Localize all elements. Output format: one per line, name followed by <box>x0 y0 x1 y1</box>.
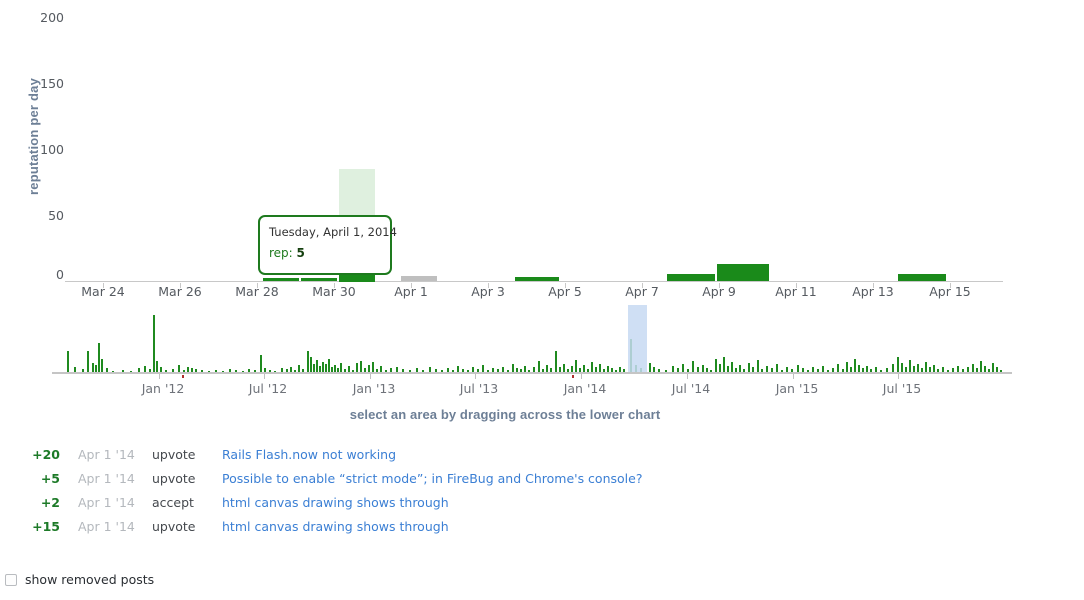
overview-chart[interactable] <box>52 305 1012 378</box>
overview-spike <box>897 357 899 373</box>
overview-spike <box>307 351 309 373</box>
post-score: +2 <box>40 495 60 510</box>
main-x-label: Apr 5 <box>548 284 582 299</box>
overview-x-label: Jan '15 <box>775 381 819 396</box>
main-chart-axis-line <box>65 281 1003 282</box>
overview-x-label: Jul '13 <box>459 381 499 396</box>
overview-x-tick <box>159 374 160 379</box>
tooltip-rep-value: 5 <box>296 246 305 260</box>
overview-spike <box>723 357 725 373</box>
overview-x-tick <box>264 374 265 379</box>
y-tick-100: 100 <box>40 142 64 157</box>
tooltip-date: Tuesday, April 1, 2014 <box>269 225 397 239</box>
overview-spike-removed <box>182 375 184 378</box>
overview-x-tick <box>898 374 899 379</box>
overview-spike <box>715 359 717 373</box>
overview-chart-axis-line <box>52 372 1012 374</box>
y-axis-label: reputation per day <box>26 77 41 195</box>
overview-spike <box>153 315 155 373</box>
post-date: Apr 1 '14 <box>78 495 135 510</box>
overview-x-tick <box>475 374 476 379</box>
post-date: Apr 1 '14 <box>78 447 135 462</box>
show-removed-posts-label: show removed posts <box>25 572 155 587</box>
post-row: +20 Apr 1 '14 upvote Rails Flash.now not wo… <box>0 447 1084 471</box>
main-x-label: Mar 30 <box>312 284 356 299</box>
overview-x-label: Jan '12 <box>141 381 185 396</box>
main-x-label: Apr 3 <box>471 284 505 299</box>
tooltip-rep-label: rep: <box>269 246 293 260</box>
overview-spike <box>67 351 69 373</box>
main-x-label: Apr 15 <box>929 284 971 299</box>
post-title-link[interactable]: Possible to enable “strict mode”; in Fir… <box>222 471 642 486</box>
post-list: +20 Apr 1 '14 upvote Rails Flash.now not wo… <box>0 447 1084 543</box>
main-x-label: Mar 26 <box>158 284 202 299</box>
main-chart-bar[interactable] <box>717 264 769 282</box>
overview-spike <box>98 343 100 373</box>
overview-x-label: Jan '13 <box>352 381 396 396</box>
overview-x-tick <box>793 374 794 379</box>
overview-x-label: Jul '15 <box>882 381 922 396</box>
tooltip-rep: rep: 5 <box>269 246 381 260</box>
overview-x-tick <box>581 374 582 379</box>
overview-x-label: Jul '12 <box>248 381 288 396</box>
main-x-label: Mar 28 <box>235 284 279 299</box>
post-date: Apr 1 '14 <box>78 471 135 486</box>
main-x-label: Apr 13 <box>852 284 894 299</box>
y-tick-50: 50 <box>48 208 64 223</box>
post-score: +15 <box>32 519 60 534</box>
overview-spike <box>854 359 856 373</box>
overview-spike <box>328 359 330 373</box>
post-action-type: upvote <box>152 471 196 486</box>
post-date: Apr 1 '14 <box>78 519 135 534</box>
post-title-link[interactable]: html canvas drawing shows through <box>222 519 449 534</box>
post-action-type: accept <box>152 495 194 510</box>
post-row: +15 Apr 1 '14 upvote html canvas drawing sh… <box>0 519 1084 543</box>
overview-selection-region[interactable] <box>628 305 647 373</box>
reputation-graph-page: reputation per day 200 150 100 50 0 Mar 24 Ma… <box>0 0 1084 600</box>
overview-x-label: Jul '14 <box>671 381 711 396</box>
post-title-link[interactable]: Rails Flash.now not working <box>222 447 396 462</box>
post-score: +5 <box>40 471 60 486</box>
overview-spike-removed <box>572 375 574 378</box>
post-row: +2 Apr 1 '14 accept html canvas drawing sho… <box>0 495 1084 519</box>
overview-x-tick <box>370 374 371 379</box>
y-tick-200: 200 <box>40 10 64 25</box>
main-x-label: Apr 11 <box>775 284 817 299</box>
show-removed-posts-checkbox[interactable] <box>5 574 17 586</box>
overview-spike <box>87 351 89 373</box>
main-x-label: Apr 1 <box>394 284 428 299</box>
overview-x-label: Jan '14 <box>563 381 607 396</box>
drag-hint-caption: select an area by dragging across the lo… <box>349 407 661 422</box>
overview-spike <box>555 351 557 373</box>
main-x-label: Apr 7 <box>625 284 659 299</box>
main-x-label: Mar 24 <box>81 284 125 299</box>
post-action-type: upvote <box>152 519 196 534</box>
post-row: +5 Apr 1 '14 upvote Possible to enable “str… <box>0 471 1084 495</box>
y-tick-150: 150 <box>40 76 64 91</box>
overview-spike <box>101 359 103 373</box>
main-reputation-chart[interactable] <box>65 10 1003 282</box>
y-tick-0: 0 <box>56 267 64 282</box>
chart-tooltip: Tuesday, April 1, 2014 rep: 5 <box>258 215 397 275</box>
post-action-type: upvote <box>152 447 196 462</box>
overview-x-tick <box>687 374 688 379</box>
overview-spike <box>260 355 262 373</box>
main-x-label: Apr 9 <box>702 284 736 299</box>
post-title-link[interactable]: html canvas drawing shows through <box>222 495 449 510</box>
post-score: +20 <box>32 447 60 462</box>
overview-spike <box>310 357 312 373</box>
